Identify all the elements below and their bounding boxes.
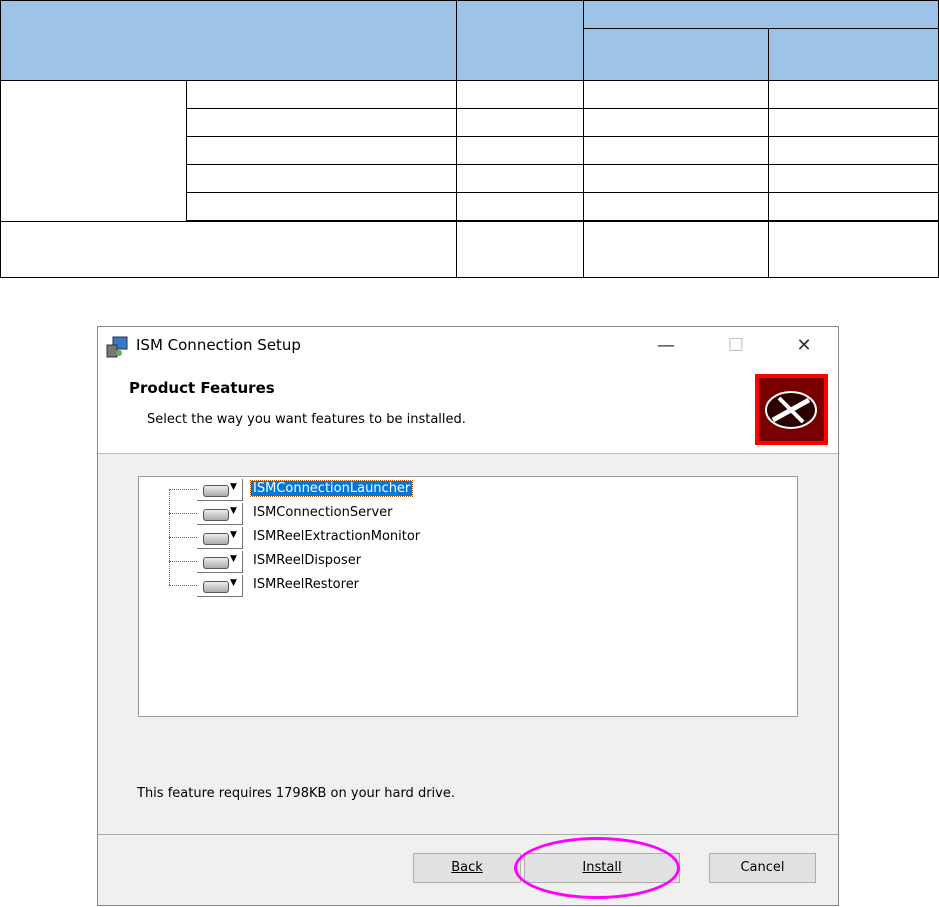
table-cell (768, 164, 939, 193)
window-title: ISM Connection Setup (136, 336, 301, 354)
title-bar: ISM Connection Setup — ☐ ✕ (98, 327, 838, 365)
table-cell (186, 108, 457, 137)
install-state-dropdown[interactable]: ▼ (197, 551, 243, 573)
tree-line (169, 561, 197, 562)
cancel-button[interactable]: Cancel (709, 853, 816, 883)
table-cell (768, 136, 939, 165)
drive-icon (203, 509, 229, 521)
maximize-button[interactable]: ☐ (716, 331, 756, 361)
tree-line (169, 513, 197, 514)
table-cell (0, 221, 457, 278)
install-state-dropdown[interactable]: ▼ (197, 479, 243, 501)
back-button[interactable]: Back (413, 853, 521, 883)
tree-line (169, 489, 197, 490)
drive-icon (203, 557, 229, 569)
table-cell (768, 192, 939, 221)
chevron-down-icon: ▼ (230, 578, 237, 588)
chevron-down-icon: ▼ (230, 530, 237, 540)
install-state-dropdown[interactable]: ▼ (197, 527, 243, 549)
table-cell (583, 221, 769, 278)
header-cell (456, 0, 584, 81)
chevron-down-icon: ▼ (230, 554, 237, 564)
feature-label: ISMConnectionServer (253, 505, 393, 520)
table-cell (583, 108, 769, 137)
table-cell (456, 136, 584, 165)
table-cell (456, 164, 584, 193)
chevron-down-icon: ▼ (230, 482, 237, 492)
installer-icon (106, 336, 128, 358)
table-cell (186, 80, 457, 109)
table-cell (456, 80, 584, 109)
page-title: Product Features (129, 379, 275, 397)
feature-label: ISMReelRestorer (253, 577, 360, 592)
install-state-dropdown[interactable]: ▼ (197, 503, 243, 525)
header-cell (0, 0, 457, 81)
header-cell (583, 28, 769, 81)
page-subtitle: Select the way you want features to be i… (147, 412, 466, 427)
table-cell (456, 221, 584, 278)
table-cell (186, 164, 457, 193)
status-text: This feature requires 1798KB on your har… (137, 786, 455, 801)
table-cell (768, 221, 939, 278)
disc-logo-icon (755, 374, 828, 445)
table-cell (583, 136, 769, 165)
back-label: Back (451, 860, 483, 875)
table-cell (186, 192, 457, 221)
feature-tree[interactable]: ▼ ISMConnectionLauncher ▼ ISMConnectionServ… (138, 476, 798, 717)
table-cell (186, 136, 457, 165)
table-cell (0, 80, 187, 222)
setup-dialog: ISM Connection Setup — ☐ ✕ Product Featu… (97, 326, 839, 906)
close-button[interactable]: ✕ (784, 331, 824, 361)
table-cell (583, 192, 769, 221)
minimize-button[interactable]: — (646, 331, 686, 361)
header-cell (768, 28, 939, 81)
drive-icon (203, 581, 229, 593)
separator (98, 834, 838, 835)
table-cell (456, 192, 584, 221)
header-cell (583, 0, 939, 29)
drive-icon (203, 533, 229, 545)
feature-label: ISMReelDisposer (253, 553, 362, 568)
feature-label: ISMReelExtractionMonitor (253, 529, 421, 544)
tree-line (169, 537, 197, 538)
table-cell (583, 80, 769, 109)
feature-label: ISMConnectionLauncher (249, 480, 414, 497)
install-state-dropdown[interactable]: ▼ (197, 575, 243, 597)
table-cell (456, 108, 584, 137)
tree-line (169, 585, 197, 586)
highlight-ellipse (514, 837, 680, 899)
table-cell (768, 108, 939, 137)
header-banner: Product Features Select the way you want… (98, 365, 838, 454)
table-cell (768, 80, 939, 109)
chevron-down-icon: ▼ (230, 506, 237, 516)
drive-icon (203, 485, 229, 497)
table-cell (583, 164, 769, 193)
